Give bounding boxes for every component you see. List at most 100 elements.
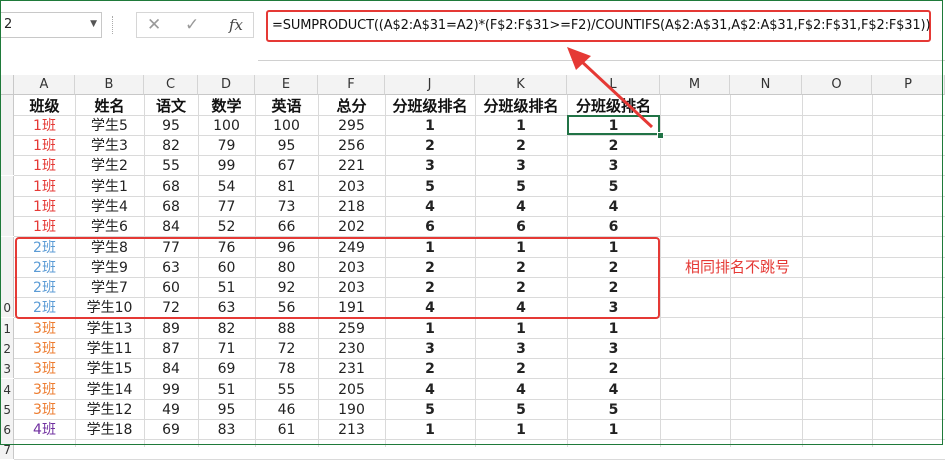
table-cell[interactable]: 1 bbox=[385, 319, 475, 339]
cancel-icon[interactable]: ✕ bbox=[147, 15, 161, 35]
table-cell[interactable]: 55 bbox=[255, 380, 318, 400]
table-cell[interactable]: 99 bbox=[144, 380, 198, 400]
table-cell[interactable]: 77 bbox=[198, 197, 255, 217]
table-header-cell[interactable]: 总分 bbox=[318, 96, 385, 116]
table-cell[interactable]: 46 bbox=[255, 400, 318, 420]
column-header-10[interactable]: N bbox=[730, 75, 802, 95]
table-cell[interactable]: 学生14 bbox=[75, 380, 144, 400]
table-cell[interactable]: 95 bbox=[198, 400, 255, 420]
enter-icon[interactable]: ✓ bbox=[185, 15, 199, 35]
row-header[interactable]: 7 bbox=[0, 439, 14, 459]
table-cell[interactable]: 82 bbox=[198, 319, 255, 339]
table-cell[interactable]: 5 bbox=[385, 177, 475, 197]
table-cell[interactable]: 49 bbox=[144, 400, 198, 420]
table-cell[interactable]: 3班 bbox=[14, 380, 75, 400]
table-cell[interactable]: 256 bbox=[318, 136, 385, 156]
table-cell[interactable]: 1 bbox=[567, 319, 660, 339]
row-header[interactable] bbox=[0, 196, 14, 216]
row-header[interactable]: 0 bbox=[0, 297, 14, 317]
table-cell[interactable]: 1 bbox=[385, 116, 475, 136]
table-cell[interactable]: 202 bbox=[318, 217, 385, 237]
table-cell[interactable]: 259 bbox=[318, 319, 385, 339]
table-cell[interactable]: 203 bbox=[318, 177, 385, 197]
table-cell[interactable]: 3 bbox=[385, 156, 475, 176]
table-cell[interactable]: 55 bbox=[144, 156, 198, 176]
table-cell[interactable]: 3 bbox=[475, 156, 567, 176]
table-cell[interactable]: 72 bbox=[255, 339, 318, 359]
table-cell[interactable]: 学生2 bbox=[75, 156, 144, 176]
table-cell[interactable]: 1 bbox=[475, 420, 567, 440]
row-header[interactable]: 1 bbox=[0, 318, 14, 338]
table-cell[interactable]: 52 bbox=[198, 217, 255, 237]
table-cell[interactable]: 4 bbox=[567, 380, 660, 400]
table-header-cell[interactable]: 姓名 bbox=[75, 96, 144, 116]
table-cell[interactable]: 221 bbox=[318, 156, 385, 176]
table-cell[interactable]: 71 bbox=[198, 339, 255, 359]
table-cell[interactable]: 68 bbox=[144, 177, 198, 197]
table-cell[interactable]: 6 bbox=[475, 217, 567, 237]
table-cell[interactable]: 6 bbox=[567, 217, 660, 237]
row-header[interactable] bbox=[0, 237, 14, 257]
column-header-2[interactable]: C bbox=[144, 75, 198, 95]
table-cell[interactable]: 99 bbox=[198, 156, 255, 176]
table-cell[interactable]: 4 bbox=[475, 197, 567, 217]
table-cell[interactable]: 295 bbox=[318, 116, 385, 136]
table-cell[interactable]: 学生11 bbox=[75, 339, 144, 359]
column-header-3[interactable]: D bbox=[198, 75, 255, 95]
table-cell[interactable]: 3 bbox=[475, 339, 567, 359]
table-cell[interactable]: 1班 bbox=[14, 177, 75, 197]
row-header[interactable]: 5 bbox=[0, 399, 14, 419]
table-cell[interactable]: 84 bbox=[144, 217, 198, 237]
chevron-down-icon[interactable]: ▼ bbox=[90, 19, 97, 29]
table-cell[interactable]: 1 bbox=[475, 319, 567, 339]
table-cell[interactable]: 54 bbox=[198, 177, 255, 197]
table-header-cell[interactable]: 分班级排名 bbox=[567, 96, 660, 116]
table-cell[interactable]: 4 bbox=[567, 197, 660, 217]
table-header-cell[interactable]: 分班级排名 bbox=[475, 96, 567, 116]
table-cell[interactable]: 95 bbox=[144, 116, 198, 136]
column-header-8[interactable]: L bbox=[567, 75, 660, 95]
table-header-cell[interactable]: 数学 bbox=[198, 96, 255, 116]
table-cell[interactable]: 2 bbox=[385, 136, 475, 156]
table-cell[interactable]: 3班 bbox=[14, 339, 75, 359]
table-cell[interactable]: 3 bbox=[567, 156, 660, 176]
column-header-12[interactable]: P bbox=[872, 75, 945, 95]
row-header[interactable]: 3 bbox=[0, 358, 14, 378]
table-cell[interactable]: 218 bbox=[318, 197, 385, 217]
table-cell[interactable]: 68 bbox=[144, 197, 198, 217]
row-header[interactable]: 2 bbox=[0, 338, 14, 358]
table-cell[interactable]: 3 bbox=[385, 339, 475, 359]
table-cell[interactable]: 1班 bbox=[14, 116, 75, 136]
table-cell[interactable]: 66 bbox=[255, 217, 318, 237]
table-cell[interactable]: 95 bbox=[255, 136, 318, 156]
table-cell[interactable]: 2 bbox=[475, 136, 567, 156]
table-cell[interactable]: 学生13 bbox=[75, 319, 144, 339]
table-cell[interactable]: 205 bbox=[318, 380, 385, 400]
column-header-5[interactable]: F bbox=[318, 75, 385, 95]
column-header-1[interactable]: B bbox=[75, 75, 144, 95]
table-cell[interactable]: 5 bbox=[567, 400, 660, 420]
insert-function-icon[interactable]: fx bbox=[229, 16, 243, 34]
table-cell[interactable]: 学生5 bbox=[75, 116, 144, 136]
row-header[interactable]: 4 bbox=[0, 379, 14, 399]
table-header-cell[interactable]: 语文 bbox=[144, 96, 198, 116]
table-cell[interactable]: 61 bbox=[255, 420, 318, 440]
table-cell[interactable]: 3班 bbox=[14, 400, 75, 420]
table-cell[interactable]: 学生1 bbox=[75, 177, 144, 197]
table-cell[interactable]: 3班 bbox=[14, 319, 75, 339]
table-cell[interactable]: 学生3 bbox=[75, 136, 144, 156]
table-cell[interactable]: 1班 bbox=[14, 217, 75, 237]
table-cell[interactable]: 69 bbox=[144, 420, 198, 440]
table-cell[interactable]: 1班 bbox=[14, 156, 75, 176]
table-cell[interactable]: 78 bbox=[255, 359, 318, 379]
row-header[interactable] bbox=[0, 155, 14, 175]
table-cell[interactable]: 79 bbox=[198, 136, 255, 156]
table-cell[interactable]: 2 bbox=[567, 136, 660, 156]
table-cell[interactable]: 学生15 bbox=[75, 359, 144, 379]
table-cell[interactable]: 3 bbox=[567, 339, 660, 359]
row-header[interactable] bbox=[0, 115, 14, 135]
row-header[interactable]: 6 bbox=[0, 419, 14, 439]
column-header-7[interactable]: K bbox=[475, 75, 567, 95]
select-all-corner[interactable] bbox=[0, 75, 14, 95]
table-cell[interactable]: 73 bbox=[255, 197, 318, 217]
